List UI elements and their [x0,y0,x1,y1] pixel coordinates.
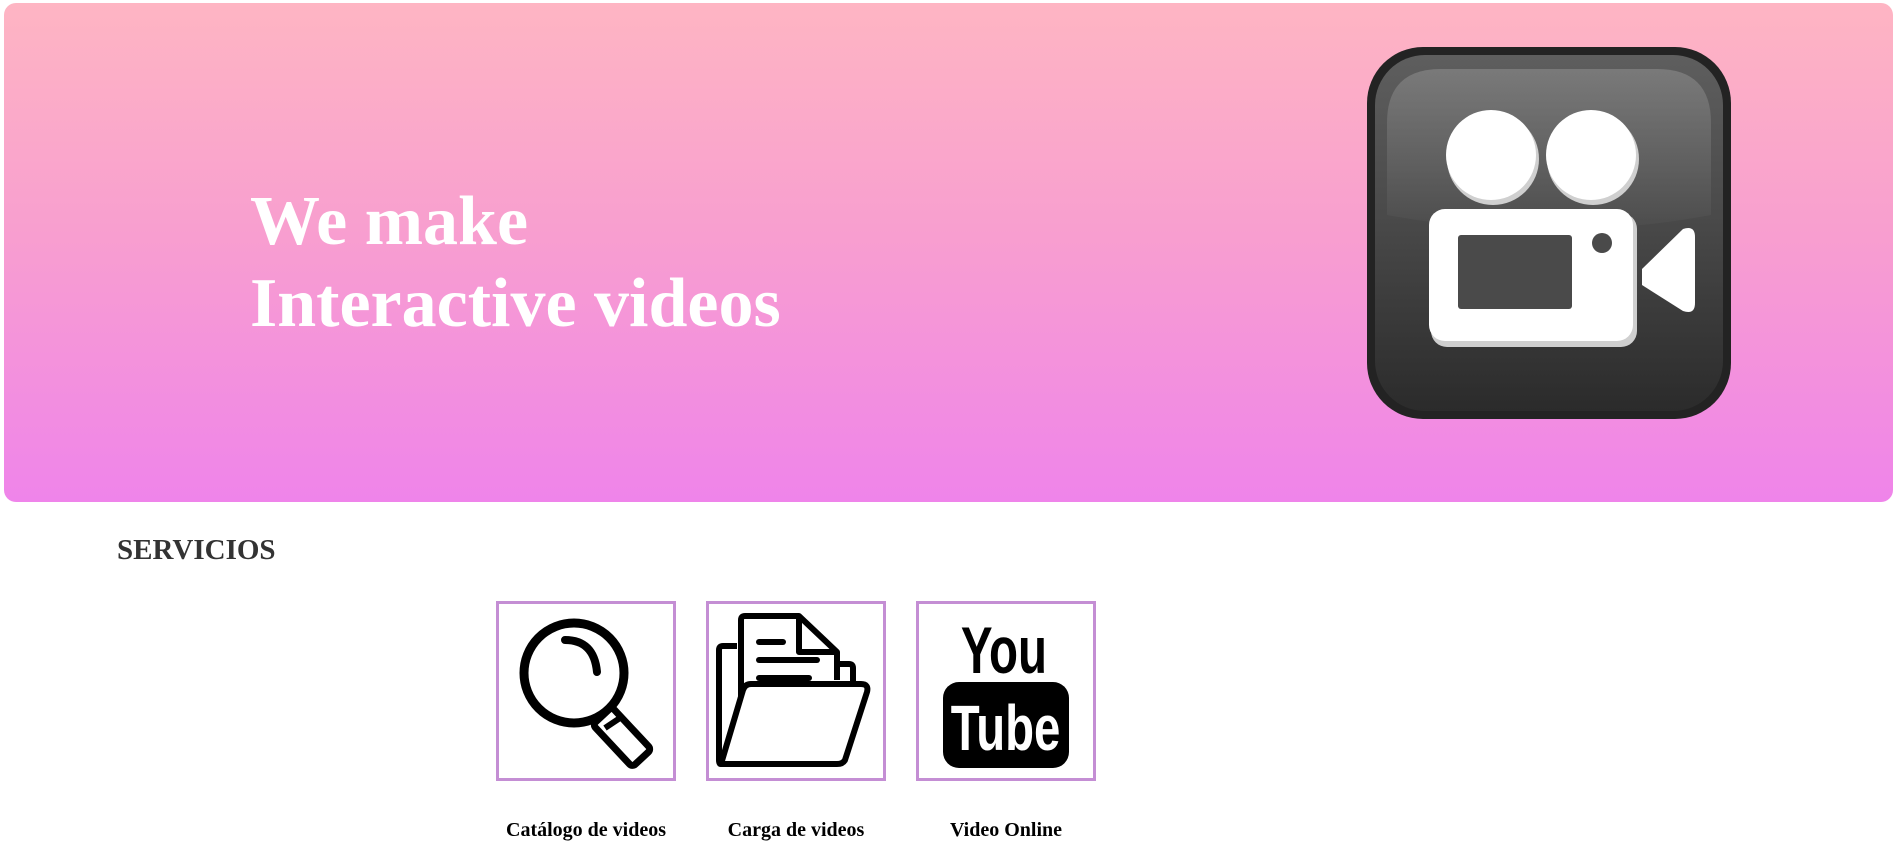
service-online-label: Video Online [949,819,1063,841]
services-title: SERVICIOS [117,534,276,566]
hero-title-line-1: We make [250,183,529,260]
folder-documents-icon [716,613,871,767]
hero-banner: We make Interactive videos [4,3,1893,502]
youtube-icon: You Tube [943,614,1069,768]
service-upload-label: Carga de videos [727,819,865,841]
service-online: You Tube Video Online [901,601,1111,842]
service-catalog-label: Catálogo de videos [506,819,666,841]
service-online-button[interactable]: You Tube [916,601,1096,781]
svg-text:You: You [961,614,1047,687]
svg-text:Tube: Tube [951,692,1061,764]
video-camera-icon [1367,47,1731,419]
service-upload-button[interactable] [706,601,886,781]
service-catalog: Catálogo de videos [481,601,691,842]
hero-title: We make Interactive videos [250,181,781,345]
magnifier-icon [519,618,654,769]
hero-title-line-2: Interactive videos [250,265,781,342]
service-catalog-button[interactable] [496,601,676,781]
service-upload: Carga de videos [691,601,901,842]
